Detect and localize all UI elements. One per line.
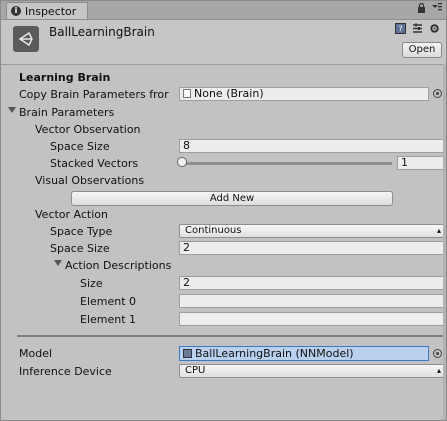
element-0-row: Element 0 — [1, 293, 446, 310]
object-header: BallLearningBrain ? Open — [1, 20, 446, 65]
inference-label: Inference Device — [19, 365, 112, 378]
obs-space-size-field[interactable]: 8 — [179, 139, 445, 153]
vector-observation-label: Vector Observation — [35, 123, 141, 136]
lock-icon[interactable] — [417, 2, 426, 16]
help-icon[interactable]: ? — [395, 23, 406, 37]
stacked-vectors-slider-track[interactable] — [184, 162, 392, 165]
object-picker-icon[interactable] — [433, 89, 442, 98]
menu-icon[interactable] — [432, 3, 442, 16]
element-1-label: Element 1 — [80, 313, 137, 326]
space-type-row: Space Type Continuous ▴ — [1, 223, 446, 240]
stacked-vectors-field[interactable]: 1 — [397, 156, 445, 170]
action-size-row: Size 2 — [1, 275, 446, 292]
inference-value: CPU — [185, 365, 206, 376]
tab-inspector[interactable]: i Inspector — [6, 2, 88, 19]
element-0-label: Element 0 — [80, 295, 137, 308]
action-space-size-row: Space Size 2 — [1, 240, 446, 257]
space-type-dropdown[interactable]: Continuous ▴ — [179, 224, 445, 238]
inference-dropdown[interactable]: CPU ▴ — [179, 364, 445, 378]
action-descriptions-row[interactable]: Action Descriptions — [1, 257, 446, 274]
tab-bar: i Inspector — [1, 1, 446, 20]
copy-brain-label: Copy Brain Parameters fror — [19, 88, 169, 101]
visual-observations-row: Visual Observations — [1, 172, 446, 189]
stacked-vectors-label: Stacked Vectors — [50, 157, 139, 170]
action-size-label: Size — [80, 277, 103, 290]
dropdown-arrow-icon: ▴ — [436, 226, 441, 235]
vector-action-label: Vector Action — [35, 208, 108, 221]
object-name: BallLearningBrain — [49, 25, 155, 39]
tab-inspector-label: Inspector — [25, 4, 77, 18]
settings-icon[interactable] — [429, 23, 440, 37]
action-size-field[interactable]: 2 — [179, 276, 445, 290]
visual-observations-label: Visual Observations — [35, 174, 145, 187]
obs-space-size-label: Space Size — [50, 140, 110, 153]
section-row: Learning Brain — [1, 69, 446, 86]
space-type-value: Continuous — [185, 225, 242, 236]
vector-observation-row: Vector Observation — [1, 121, 446, 138]
action-space-size-field[interactable]: 2 — [179, 241, 445, 255]
model-field[interactable]: BallLearningBrain (NNModel) — [179, 346, 429, 361]
svg-text:?: ? — [398, 25, 402, 34]
vector-action-row: Vector Action — [1, 206, 446, 223]
section-divider — [17, 335, 446, 337]
scrollbar[interactable] — [443, 64, 446, 420]
action-descriptions-label: Action Descriptions — [65, 259, 172, 272]
header-icons: ? — [395, 23, 440, 37]
element-1-field[interactable] — [179, 312, 445, 326]
add-new-button[interactable]: Add New — [71, 191, 393, 206]
element-0-field[interactable] — [179, 294, 445, 308]
obs-space-size-row: Space Size 8 — [1, 138, 446, 155]
preset-icon[interactable] — [412, 23, 423, 37]
action-space-size-label: Space Size — [50, 242, 110, 255]
foldout-arrow-icon[interactable] — [54, 260, 62, 266]
brain-params-row[interactable]: Brain Parameters — [1, 104, 446, 121]
dropdown-arrow-icon: ▴ — [436, 366, 441, 375]
inference-row: Inference Device CPU ▴ — [1, 363, 446, 380]
stacked-vectors-slider-thumb[interactable] — [177, 157, 187, 167]
section-title: Learning Brain — [19, 71, 111, 84]
object-picker-icon[interactable] — [433, 349, 442, 358]
nnmodel-icon — [183, 349, 192, 358]
model-value: BallLearningBrain (NNModel) — [195, 346, 354, 360]
element-1-row: Element 1 — [1, 311, 446, 328]
copy-brain-field[interactable]: None (Brain) — [179, 87, 429, 101]
brain-params-label: Brain Parameters — [19, 106, 115, 119]
info-icon: i — [11, 6, 21, 16]
brain-asset-icon — [183, 89, 191, 98]
open-button[interactable]: Open — [402, 42, 442, 58]
foldout-arrow-icon[interactable] — [8, 107, 16, 113]
unity-logo-icon — [13, 26, 39, 52]
space-type-label: Space Type — [50, 225, 113, 238]
copy-brain-value: None (Brain) — [194, 87, 264, 100]
model-label: Model — [19, 347, 53, 360]
inspector-window: i Inspector BallLearningBrain ? Open Lea… — [0, 0, 447, 421]
tab-bar-controls — [417, 2, 442, 16]
copy-brain-row: Copy Brain Parameters fror None (Brain) — [1, 86, 446, 103]
